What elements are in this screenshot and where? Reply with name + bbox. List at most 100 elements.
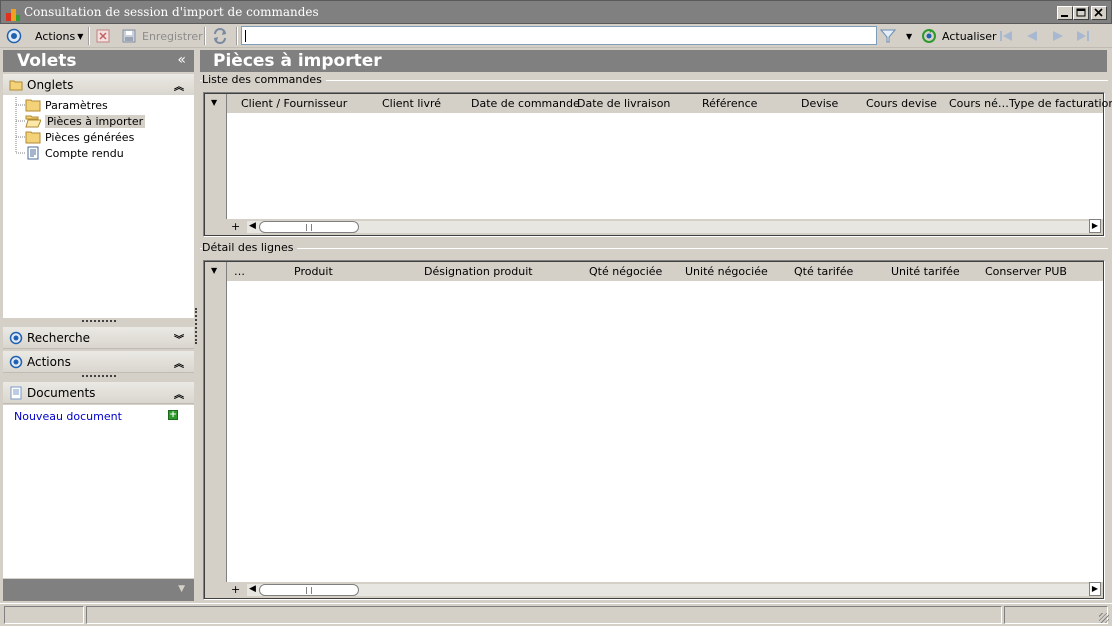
status-bar	[0, 603, 1112, 626]
save-label: Enregistrer	[142, 29, 203, 43]
collapse-panel-icon[interactable]: «	[177, 52, 186, 68]
first-record-button[interactable]	[998, 27, 1014, 45]
first-icon	[1000, 31, 1012, 41]
new-document-link[interactable]: Nouveau document	[14, 410, 122, 423]
delete-icon	[96, 29, 110, 43]
actions-menu-label: Actions	[35, 29, 76, 43]
column-header[interactable]: Devise	[801, 97, 838, 110]
column-chooser-icon[interactable]: ▼	[211, 98, 217, 107]
tree-item-parametres[interactable]: Paramètres	[25, 98, 108, 112]
column-header[interactable]: Désignation produit	[424, 265, 533, 278]
column-header[interactable]: Cours né…	[949, 97, 1009, 110]
filter-dropdown-button[interactable]: ▼	[906, 27, 912, 45]
lines-grid[interactable]: ▼ … Produit Désignation produit Qté négo…	[203, 260, 1105, 600]
column-header[interactable]: Unité tarifée	[891, 265, 960, 278]
column-header[interactable]: Date de commande	[471, 97, 580, 110]
actions-circle-icon[interactable]	[6, 27, 22, 45]
minimize-button[interactable]	[1057, 6, 1073, 20]
column-header[interactable]: Cours devise	[866, 97, 937, 110]
scroll-track[interactable]	[247, 584, 1091, 596]
expand-down-icon[interactable]: ︾	[174, 331, 184, 346]
column-header[interactable]: Qté négociée	[589, 265, 662, 278]
collapse-up-icon[interactable]: ︽	[174, 78, 184, 93]
scroll-track[interactable]	[247, 221, 1091, 233]
column-header[interactable]: Unité négociée	[685, 265, 768, 278]
previous-record-button[interactable]	[1024, 27, 1040, 45]
horizontal-scrollbar[interactable]: + ◀ ▶	[205, 582, 1103, 598]
group-divider	[200, 80, 1108, 81]
tree-item-label: Paramètres	[45, 98, 108, 112]
scroll-right-icon[interactable]: ▶	[1089, 219, 1101, 233]
save-button[interactable]: Enregistrer	[122, 27, 203, 45]
recherche-section-header[interactable]: Recherche ︾	[3, 327, 194, 349]
next-record-button[interactable]	[1050, 27, 1066, 45]
tree-item-pieces-generees[interactable]: Pièces générées	[25, 130, 134, 144]
scroll-thumb[interactable]	[259, 221, 359, 233]
panel-footer: ▼	[3, 579, 194, 601]
resize-grip[interactable]	[82, 320, 116, 323]
chevron-down-icon[interactable]: ▼	[178, 584, 185, 594]
orders-grid[interactable]: ▼ Client / Fournisseur Client livré Date…	[203, 92, 1112, 237]
last-icon	[1077, 31, 1089, 41]
scroll-left-icon[interactable]: ◀	[249, 221, 256, 231]
lines-group-label: Détail des lignes	[202, 241, 298, 254]
add-row-icon[interactable]: +	[231, 220, 240, 233]
column-header[interactable]: Date de livraison	[577, 97, 670, 110]
column-chooser-icon[interactable]: ▼	[211, 266, 217, 275]
column-header[interactable]: Référence	[702, 97, 757, 110]
actions-menu-button[interactable]: Actions ▼	[35, 27, 83, 45]
filter-button[interactable]	[880, 27, 896, 45]
orders-header-row: Client / Fournisseur Client livré Date d…	[227, 94, 1112, 113]
volets-title: Volets	[17, 51, 77, 71]
column-header[interactable]: Produit	[294, 265, 333, 278]
maximize-button[interactable]	[1073, 6, 1089, 20]
last-record-button[interactable]	[1075, 27, 1091, 45]
onglets-section-header[interactable]: Onglets ︽	[3, 74, 194, 96]
column-header[interactable]: …	[234, 265, 245, 278]
add-document-icon[interactable]: +	[168, 410, 178, 420]
orders-grid-body: ▼ Client / Fournisseur Client livré Date…	[204, 93, 1112, 236]
chevron-down-icon: ▼	[77, 31, 84, 41]
scroll-right-icon[interactable]: ▶	[1089, 582, 1101, 596]
document-icon	[27, 146, 39, 160]
collapse-up-icon[interactable]: ︽	[174, 386, 184, 401]
next-icon	[1053, 31, 1063, 41]
close-button[interactable]	[1091, 6, 1107, 20]
tree-item-pieces-a-importer[interactable]: Pièces à importer	[25, 114, 146, 128]
delete-button[interactable]	[96, 27, 110, 45]
sync-icon	[214, 28, 226, 44]
column-header[interactable]: Client livré	[382, 97, 441, 110]
row-header-column: ▼	[205, 94, 227, 219]
tree-item-label: Pièces générées	[45, 130, 135, 144]
add-row-icon[interactable]: +	[231, 583, 240, 596]
tree-item-label: Compte rendu	[45, 146, 124, 160]
search-input[interactable]	[241, 26, 877, 45]
status-cell	[86, 606, 1002, 624]
actions-section-label: Actions	[27, 355, 71, 369]
status-cell	[1004, 606, 1108, 624]
window-resize-grip[interactable]	[1099, 613, 1109, 623]
collapse-up-icon[interactable]: ︽	[174, 355, 184, 370]
onglets-label: Onglets	[27, 78, 74, 92]
actions-section-header[interactable]: Actions ︽	[3, 351, 194, 373]
app-icon	[6, 9, 20, 21]
column-header[interactable]: Qté tarifée	[794, 265, 853, 278]
scroll-thumb[interactable]	[259, 584, 359, 596]
column-header[interactable]: Client / Fournisseur	[241, 97, 347, 110]
onglets-tree: Paramètres Pièces à importer Pièces géné…	[3, 95, 194, 318]
horizontal-scrollbar[interactable]: + ◀ ▶	[205, 219, 1103, 235]
documents-section-header[interactable]: Documents ︽	[3, 382, 194, 404]
scroll-left-icon[interactable]: ◀	[249, 584, 256, 594]
tree-item-label: Pièces à importer	[45, 114, 146, 128]
resize-grip[interactable]	[82, 375, 116, 378]
column-header[interactable]: Type de facturation	[1009, 97, 1112, 110]
panel-splitter[interactable]	[195, 308, 197, 344]
title-bar: Consultation de session d'import de comm…	[0, 0, 1112, 24]
sync-button[interactable]	[212, 27, 228, 45]
folder-icon	[25, 131, 41, 144]
volets-header: Volets «	[3, 50, 194, 72]
refresh-button[interactable]: Actualiser	[921, 27, 997, 45]
column-header[interactable]: Conserver PUB	[985, 265, 1067, 278]
tree-item-compte-rendu[interactable]: Compte rendu	[25, 146, 124, 160]
refresh-label: Actualiser	[942, 29, 997, 43]
